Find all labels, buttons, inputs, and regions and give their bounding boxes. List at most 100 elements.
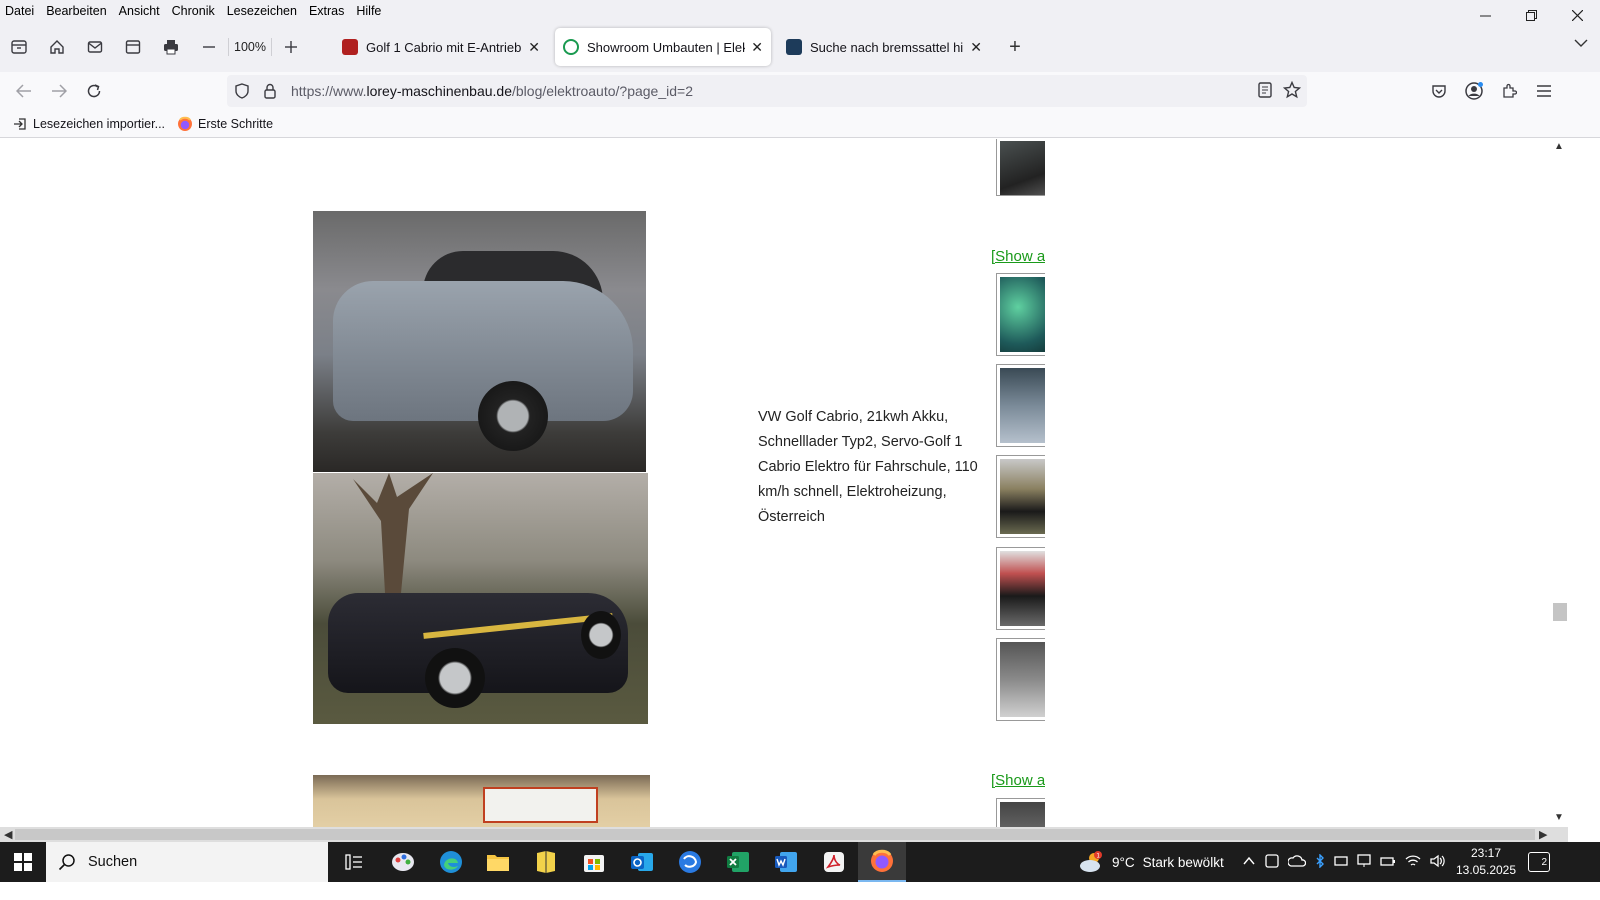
word-icon: [775, 852, 797, 872]
firefox-icon: [871, 849, 893, 872]
gallery-thumbnail[interactable]: [996, 139, 1046, 196]
firefox-icon: [177, 116, 193, 132]
show-all-link[interactable]: [Show a: [991, 772, 1045, 789]
zoom-level[interactable]: 100%: [228, 38, 272, 56]
menu-lesezeichen[interactable]: Lesezeichen: [221, 1, 303, 21]
bookmark-label: Erste Schritte: [198, 116, 274, 131]
mail-button[interactable]: [76, 31, 114, 63]
extensions-button[interactable]: [1495, 77, 1523, 105]
sidebar-icon: [125, 40, 141, 54]
reload-button[interactable]: [80, 77, 108, 105]
thumbnail-image: [1000, 551, 1045, 626]
cloudy-weather-icon: 1: [1080, 851, 1102, 872]
tab-bremssattel-search[interactable]: Suche nach bremssattel hinten ✕: [778, 28, 990, 66]
chat-icon: [679, 851, 701, 873]
menu-hilfe[interactable]: Hilfe: [350, 1, 387, 21]
wifi-icon[interactable]: [1405, 854, 1421, 871]
url-domain: lorey-maschinenbau.de: [366, 83, 512, 99]
task-view-button[interactable]: [330, 842, 378, 882]
new-tab-button[interactable]: +: [1002, 34, 1028, 60]
url-text[interactable]: https://www.lorey-maschinenbau.de/blog/e…: [291, 83, 693, 99]
monitor-icon[interactable]: [1357, 854, 1371, 871]
taskbar-app-paint[interactable]: [379, 842, 427, 882]
url-bar[interactable]: https://www.lorey-maschinenbau.de/blog/e…: [227, 75, 1307, 107]
forward-button[interactable]: [45, 77, 73, 105]
gallery-thumbnail[interactable]: [996, 798, 1046, 827]
home-button[interactable]: [38, 31, 76, 63]
weather-widget[interactable]: 1 9°C Stark bewölkt: [1078, 842, 1224, 882]
tab-golf-cabrio[interactable]: Golf 1 Cabrio mit E-Antrieb - La ✕: [334, 28, 548, 66]
taskbar-app-word[interactable]: [762, 842, 810, 882]
tab-close-icon[interactable]: ✕: [970, 39, 982, 56]
menu-extras[interactable]: Extras: [303, 1, 350, 21]
taskbar-app-edge[interactable]: [427, 842, 475, 882]
reader-view-icon[interactable]: [1257, 81, 1273, 102]
speaker-icon[interactable]: [1430, 854, 1446, 871]
tab-showroom[interactable]: Showroom Umbauten | Elektroa ✕: [555, 28, 771, 66]
taskbar-app-teams[interactable]: [666, 842, 714, 882]
bluetooth-icon[interactable]: [1315, 853, 1325, 871]
account-button[interactable]: [1460, 77, 1488, 105]
horizontal-scrollbar[interactable]: ◀ ▶: [0, 827, 1568, 842]
taskbar-app-books[interactable]: [522, 842, 570, 882]
gallery-thumbnail[interactable]: [996, 364, 1046, 447]
thumbnail-image: [1000, 459, 1045, 534]
vertical-scrollbar[interactable]: ▲ ▼: [1550, 139, 1568, 827]
notification-center-button[interactable]: 2: [1528, 852, 1550, 872]
zoom-in-button[interactable]: [272, 31, 310, 63]
taskbar-clock[interactable]: 23:17 13.05.2025: [1455, 845, 1517, 879]
print-icon: [164, 40, 178, 55]
menu-chronik[interactable]: Chronik: [166, 1, 221, 21]
pocket-button[interactable]: [1425, 77, 1453, 105]
tab-list-button[interactable]: [1574, 36, 1588, 51]
scroll-left-icon[interactable]: ◀: [4, 828, 12, 841]
tab-title: Showroom Umbauten | Elektroa: [587, 39, 745, 55]
chevron-up-icon[interactable]: [1242, 854, 1256, 871]
gallery-thumbnail[interactable]: [996, 273, 1046, 356]
show-all-link[interactable]: [Show a: [991, 248, 1045, 265]
zoom-out-button[interactable]: [190, 31, 228, 63]
scroll-thumb[interactable]: [15, 829, 1535, 840]
import-icon: [12, 116, 28, 132]
firefox-view-button[interactable]: [0, 31, 38, 63]
thumbnail-image: [1000, 368, 1045, 443]
battery-icon[interactable]: [1380, 854, 1396, 871]
lock-icon[interactable]: [257, 83, 283, 99]
bookmark-erste-schritte[interactable]: Erste Schritte: [177, 116, 273, 132]
menu-ansicht[interactable]: Ansicht: [113, 1, 166, 21]
onedrive-icon[interactable]: [1287, 854, 1307, 871]
gallery-thumbnail[interactable]: [996, 547, 1046, 630]
app-tray-icon[interactable]: [1265, 854, 1279, 871]
menu-datei[interactable]: Datei: [0, 1, 40, 21]
bookmark-star-icon[interactable]: [1282, 80, 1302, 102]
photo-workshop-building: [313, 775, 650, 827]
network-tray-icon[interactable]: [1334, 854, 1348, 871]
bookmark-import[interactable]: Lesezeichen importier...: [12, 116, 165, 132]
taskbar-app-acrobat[interactable]: [810, 842, 858, 882]
app-menu-button[interactable]: [1530, 77, 1558, 105]
clock-date: 13.05.2025: [1455, 863, 1517, 877]
taskbar-search[interactable]: Suchen: [46, 842, 328, 882]
scroll-thumb[interactable]: [1553, 603, 1567, 621]
gallery-thumbnail[interactable]: [996, 638, 1046, 721]
sidebar-button[interactable]: [114, 31, 152, 63]
scroll-up-icon[interactable]: ▲: [1553, 141, 1565, 153]
tab-close-icon[interactable]: ✕: [528, 39, 540, 56]
taskbar-app-excel[interactable]: [714, 842, 762, 882]
print-button[interactable]: [152, 31, 190, 63]
thumbnail-image: [1000, 802, 1045, 827]
car-description: VW Golf Cabrio, 21kwh Akku, Schnelllader…: [758, 409, 978, 525]
taskbar-app-explorer[interactable]: [474, 842, 522, 882]
menu-bearbeiten[interactable]: Bearbeiten: [40, 1, 112, 21]
tab-close-icon[interactable]: ✕: [751, 39, 763, 56]
thumbnail-image: [1000, 642, 1045, 717]
gallery-thumbnail[interactable]: [996, 455, 1046, 538]
taskbar-app-firefox[interactable]: [858, 842, 906, 882]
shield-icon[interactable]: [229, 83, 255, 99]
start-button[interactable]: [0, 842, 46, 882]
taskbar-app-store[interactable]: [570, 842, 618, 882]
scroll-right-icon[interactable]: ▶: [1539, 828, 1547, 841]
taskbar-app-outlook[interactable]: [618, 842, 666, 882]
back-button[interactable]: [10, 77, 38, 105]
scroll-down-icon[interactable]: ▼: [1553, 812, 1565, 824]
